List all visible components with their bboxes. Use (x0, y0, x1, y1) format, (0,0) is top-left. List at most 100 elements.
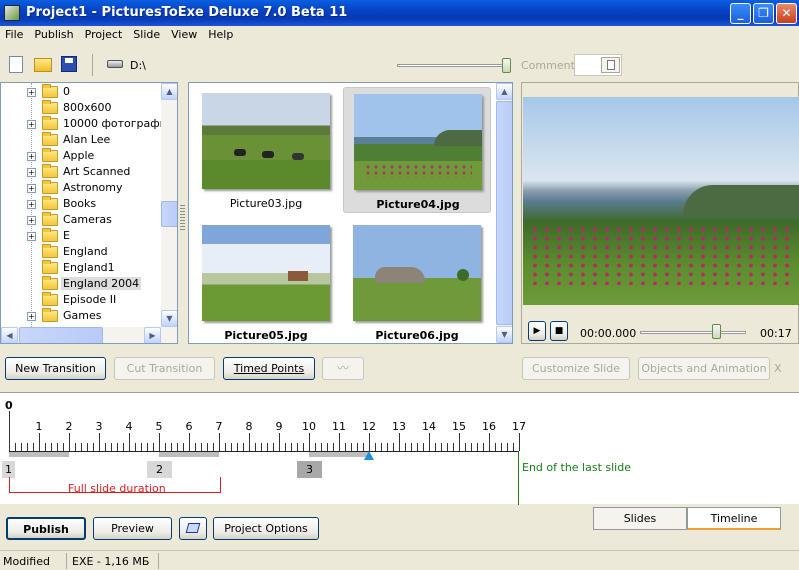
thumbnail-picture04[interactable]: Picture04.jpg (343, 87, 491, 213)
new-transition-button[interactable]: New Transition (5, 357, 106, 380)
publish-button[interactable]: Publish (6, 517, 86, 540)
thumbnail-scroll-thumb[interactable] (496, 101, 512, 325)
tree-scroll-thumb[interactable] (161, 201, 177, 227)
timed-points-button[interactable]: Timed Points (223, 357, 315, 380)
tree-scrollbar[interactable]: ▲ ▼ (161, 83, 177, 327)
photo-picture05 (202, 225, 330, 321)
tree-item[interactable]: +0 (1, 84, 159, 100)
tree-item[interactable]: Episode II (1, 292, 159, 308)
tree-item-label: Games (63, 309, 102, 322)
thumbnail-picture05[interactable]: Picture05.jpg (192, 219, 340, 343)
tree-item[interactable]: +10000 фотографий (1, 116, 174, 132)
project-options-button[interactable]: Project Options (213, 517, 319, 540)
volume-slider-thumb[interactable] (502, 58, 511, 73)
drive-label[interactable]: D:\ (130, 59, 146, 72)
menu-slide[interactable]: Slide (128, 26, 166, 41)
tree-item[interactable]: 800x600 (1, 100, 159, 116)
ruler-minor-tick (117, 443, 118, 451)
tree-scroll-down[interactable]: ▼ (161, 310, 177, 327)
ruler-minor-tick (405, 443, 406, 451)
comment-field[interactable] (574, 54, 622, 76)
new-file-icon[interactable] (9, 56, 23, 73)
tree-item[interactable]: England1 (1, 260, 159, 276)
play-button[interactable]: ▶ (528, 321, 546, 341)
stop-button[interactable]: ■ (550, 321, 568, 341)
cut-transition-button[interactable]: Cut Transition (114, 357, 215, 380)
tree-scroll-right[interactable]: ▶ (144, 327, 161, 343)
menu-help[interactable]: Help (203, 26, 239, 41)
open-folder-icon[interactable] (34, 58, 52, 72)
customize-slide-button[interactable]: Customize Slide (522, 357, 630, 380)
tree-item[interactable]: + Games (1, 308, 159, 324)
expand-icon[interactable]: + (27, 168, 36, 177)
tree-item[interactable]: England 2004 (1, 276, 159, 292)
tree-item[interactable]: + Apple (1, 148, 159, 164)
ruler-minor-tick (165, 443, 166, 451)
menu-file[interactable]: File (0, 26, 29, 41)
expand-icon[interactable]: + (27, 184, 36, 193)
slide-marker-1[interactable]: 1 (2, 461, 15, 478)
tree-item[interactable]: + Astronomy (1, 180, 159, 196)
expand-icon[interactable]: + (27, 88, 36, 97)
waveform-button[interactable]: 〰 (322, 357, 364, 380)
ruler-major-tick (159, 433, 160, 451)
fullscreen-preview-button[interactable] (179, 517, 207, 540)
tab-timeline[interactable]: Timeline (687, 507, 781, 530)
ruler-minor-tick (195, 443, 196, 451)
status-bar: Modified EXE - 1,16 МБ (0, 550, 799, 570)
thumbnail-scrollbar[interactable]: ▲ ▼ (496, 83, 512, 343)
ruler-minor-tick (135, 443, 136, 451)
thumbnail-scroll-down[interactable]: ▼ (496, 326, 512, 343)
tab-slides[interactable]: Slides (593, 507, 687, 530)
ruler-minor-tick (387, 443, 388, 451)
slide-marker-2[interactable]: 2 (147, 461, 172, 478)
thumbnail-picture06[interactable]: Picture06.jpg (343, 219, 491, 343)
status-info: EXE - 1,16 МБ (72, 555, 150, 568)
toolbar: D:\ Comment (0, 48, 799, 82)
slide-marker-3[interactable]: 3 (297, 461, 322, 478)
tree-item[interactable]: + E (1, 228, 159, 244)
ruler-minor-tick (273, 443, 274, 451)
thumbnail-picture03[interactable]: Picture03.jpg (192, 87, 340, 213)
ruler-minor-tick (93, 443, 94, 451)
maximize-button[interactable]: ❐ (753, 3, 774, 24)
expand-icon[interactable]: + (27, 216, 36, 225)
tree-hscroll-thumb[interactable] (19, 327, 103, 343)
expand-icon[interactable]: + (27, 312, 36, 321)
ruler-minor-tick (27, 443, 28, 451)
ruler-minor-tick (153, 443, 154, 451)
tree-item[interactable]: + Cameras (1, 212, 159, 228)
tree-scroll-up[interactable]: ▲ (161, 83, 177, 100)
minimize-button[interactable]: _ (730, 3, 751, 24)
expand-icon[interactable]: + (27, 200, 36, 209)
drive-icon[interactable] (107, 60, 123, 68)
close-objects-button[interactable]: X (774, 362, 782, 375)
objects-animation-button[interactable]: Objects and Animation (638, 357, 770, 380)
expand-icon[interactable]: + (27, 152, 36, 161)
tree-item[interactable]: + Art Scanned (1, 164, 159, 180)
preview-button[interactable]: Preview (93, 517, 172, 540)
volume-slider-track[interactable] (397, 64, 509, 67)
playhead-marker[interactable] (364, 451, 374, 460)
ruler-major-tick (249, 433, 250, 451)
tree-scroll-left[interactable]: ◀ (1, 327, 18, 343)
close-button[interactable]: ✕ (776, 3, 797, 24)
expand-icon[interactable]: + (27, 232, 36, 241)
preview-seek-thumb[interactable] (712, 324, 721, 339)
tree-item[interactable]: Alan Lee (1, 132, 159, 148)
menu-publish[interactable]: Publish (29, 26, 79, 41)
menu-view[interactable]: View (166, 26, 203, 41)
ruler-minor-tick (417, 443, 418, 451)
tree-item[interactable]: + Books (1, 196, 159, 212)
tree-hscrollbar[interactable]: ◀ ▶ (1, 327, 177, 343)
ruler-tick-label: 15 (452, 420, 466, 433)
splitter-grip[interactable] (180, 205, 185, 231)
comment-edit-icon[interactable] (601, 57, 620, 73)
menu-project[interactable]: Project (80, 26, 129, 41)
save-icon[interactable] (61, 56, 77, 72)
thumbnail-scroll-up[interactable]: ▲ (496, 83, 512, 100)
tree-item[interactable]: England (1, 244, 159, 260)
expand-icon[interactable]: + (27, 120, 36, 129)
preview-seek-track[interactable] (640, 331, 746, 334)
ruler-minor-tick (225, 443, 226, 451)
